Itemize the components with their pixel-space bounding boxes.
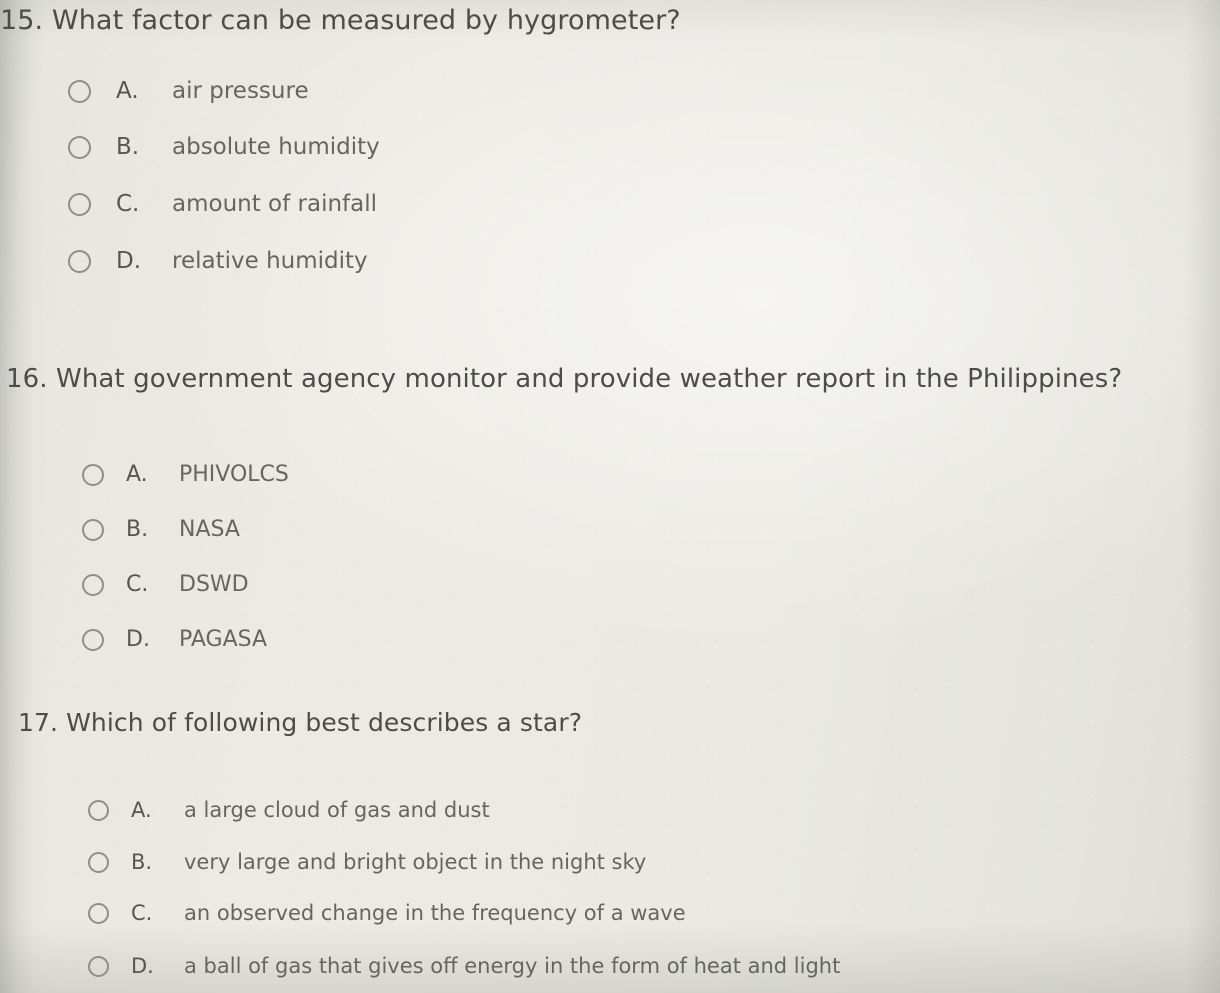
radio-button-icon[interactable] — [68, 249, 91, 273]
option-text: a large cloud of gas and dust — [184, 798, 490, 822]
question-15-option-a[interactable]: A. air pressure — [68, 78, 309, 104]
radio-button-icon[interactable] — [88, 902, 109, 924]
option-text: very large and bright object in the nigh… — [184, 850, 647, 874]
option-text: a ball of gas that gives off energy in t… — [184, 954, 841, 978]
question-16-options: A. PHIVOLCS B. NASA C. DSWD D. PAGASA — [6, 396, 1122, 652]
option-letter: A. — [131, 798, 152, 822]
radio-button-icon[interactable] — [82, 573, 104, 596]
option-letter: D. — [126, 627, 150, 652]
question-17-title: 17. Which of following best describes a … — [18, 708, 583, 737]
quiz-paper-page: 15. What factor can be measured by hygro… — [0, 0, 1220, 993]
question-block-17: 17. Which of following best describes a … — [18, 706, 840, 978]
option-text: air pressure — [172, 78, 309, 104]
radio-button-icon[interactable] — [88, 799, 109, 821]
option-text: NASA — [179, 517, 240, 542]
question-15-title: 15. What factor can be measured by hygro… — [0, 5, 681, 36]
question-16-option-a[interactable]: A. PHIVOLCS — [82, 462, 289, 487]
question-15-option-d[interactable]: D. relative humidity — [68, 248, 368, 274]
option-letter: A. — [116, 78, 139, 104]
question-15-options: A. air pressure B. absolute humidity C. … — [0, 38, 681, 274]
option-letter: C. — [116, 191, 140, 217]
question-16-option-c[interactable]: C. DSWD — [82, 572, 249, 597]
radio-button-icon[interactable] — [68, 79, 91, 103]
radio-button-icon[interactable] — [88, 851, 109, 873]
option-text: DSWD — [179, 572, 249, 597]
question-block-16: 16. What government agency monitor and p… — [6, 362, 1123, 652]
option-text: absolute humidity — [172, 134, 380, 160]
question-17-option-a[interactable]: A. a large cloud of gas and dust — [88, 798, 490, 822]
radio-button-icon[interactable] — [82, 628, 104, 651]
option-letter: B. — [126, 517, 149, 542]
option-letter: B. — [131, 850, 153, 874]
question-17-option-c[interactable]: C. an observed change in the frequency o… — [88, 901, 686, 925]
option-text: PAGASA — [179, 627, 268, 652]
radio-button-icon[interactable] — [82, 463, 104, 486]
radio-button-icon[interactable] — [68, 135, 91, 159]
question-17-options: A. a large cloud of gas and dust B. very… — [18, 739, 840, 978]
radio-button-icon[interactable] — [88, 955, 109, 977]
radio-button-icon[interactable] — [82, 518, 104, 541]
question-17-option-b[interactable]: B. very large and bright object in the n… — [88, 850, 646, 874]
question-17-option-d[interactable]: D. a ball of gas that gives off energy i… — [88, 954, 840, 978]
option-letter: A. — [126, 462, 148, 487]
question-16-option-d[interactable]: D. PAGASA — [82, 627, 267, 652]
option-text: an observed change in the frequency of a… — [184, 901, 686, 925]
option-text: PHIVOLCS — [179, 462, 289, 487]
option-text: amount of rainfall — [172, 191, 378, 217]
radio-button-icon[interactable] — [68, 192, 91, 216]
option-letter: B. — [116, 134, 140, 160]
right-edge-shadow — [1186, 0, 1220, 993]
option-letter: C. — [131, 901, 153, 925]
option-letter: D. — [116, 248, 142, 274]
question-16-title: 16. What government agency monitor and p… — [6, 364, 1123, 394]
option-text: relative humidity — [172, 248, 368, 274]
question-block-15: 15. What factor can be measured by hygro… — [0, 4, 681, 274]
question-16-option-b[interactable]: B. NASA — [82, 517, 240, 542]
option-letter: D. — [131, 954, 154, 978]
question-15-option-b[interactable]: B. absolute humidity — [68, 134, 380, 160]
option-letter: C. — [126, 572, 149, 597]
question-15-option-c[interactable]: C. amount of rainfall — [68, 191, 377, 217]
